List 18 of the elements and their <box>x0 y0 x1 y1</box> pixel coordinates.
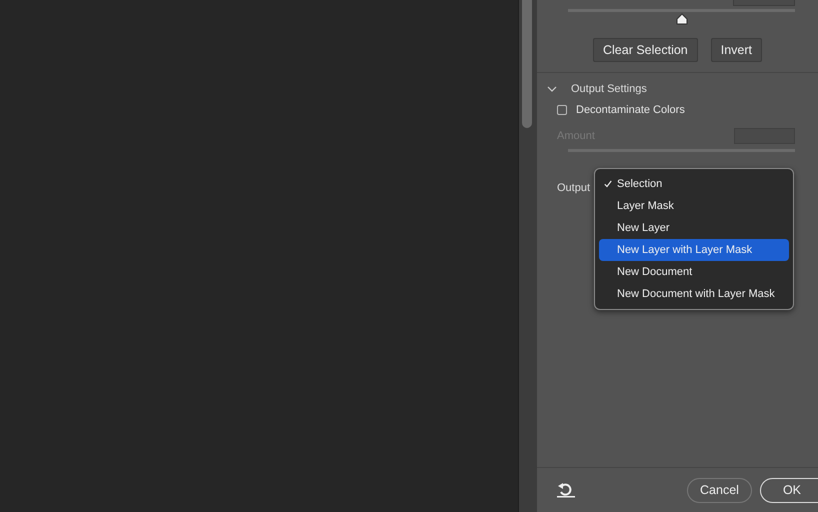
checkmark-icon <box>604 180 612 188</box>
scrollbar-thumb[interactable] <box>522 0 532 128</box>
section-title: Output Settings <box>571 83 647 95</box>
reset-icon[interactable] <box>557 482 575 498</box>
menu-item[interactable]: New Layer with Layer Mask <box>599 239 789 261</box>
menu-item[interactable]: Selection <box>599 173 789 195</box>
cancel-button[interactable]: Cancel <box>687 478 752 502</box>
checkbox-label: Decontaminate Colors <box>576 104 685 116</box>
menu-item[interactable]: New Document <box>599 261 789 283</box>
panel-button[interactable]: Invert <box>710 38 762 62</box>
checkbox[interactable] <box>557 105 567 115</box>
menu-item[interactable]: Layer Mask <box>599 195 789 217</box>
menu-item[interactable]: New Document with Layer Mask <box>599 283 789 305</box>
output-label: Output <box>557 182 590 194</box>
panel-button[interactable]: Clear Selection <box>592 38 698 62</box>
ok-button[interactable]: OK <box>760 478 818 502</box>
menu-item[interactable]: New Layer <box>599 217 789 239</box>
chevron-icon[interactable] <box>547 86 557 92</box>
